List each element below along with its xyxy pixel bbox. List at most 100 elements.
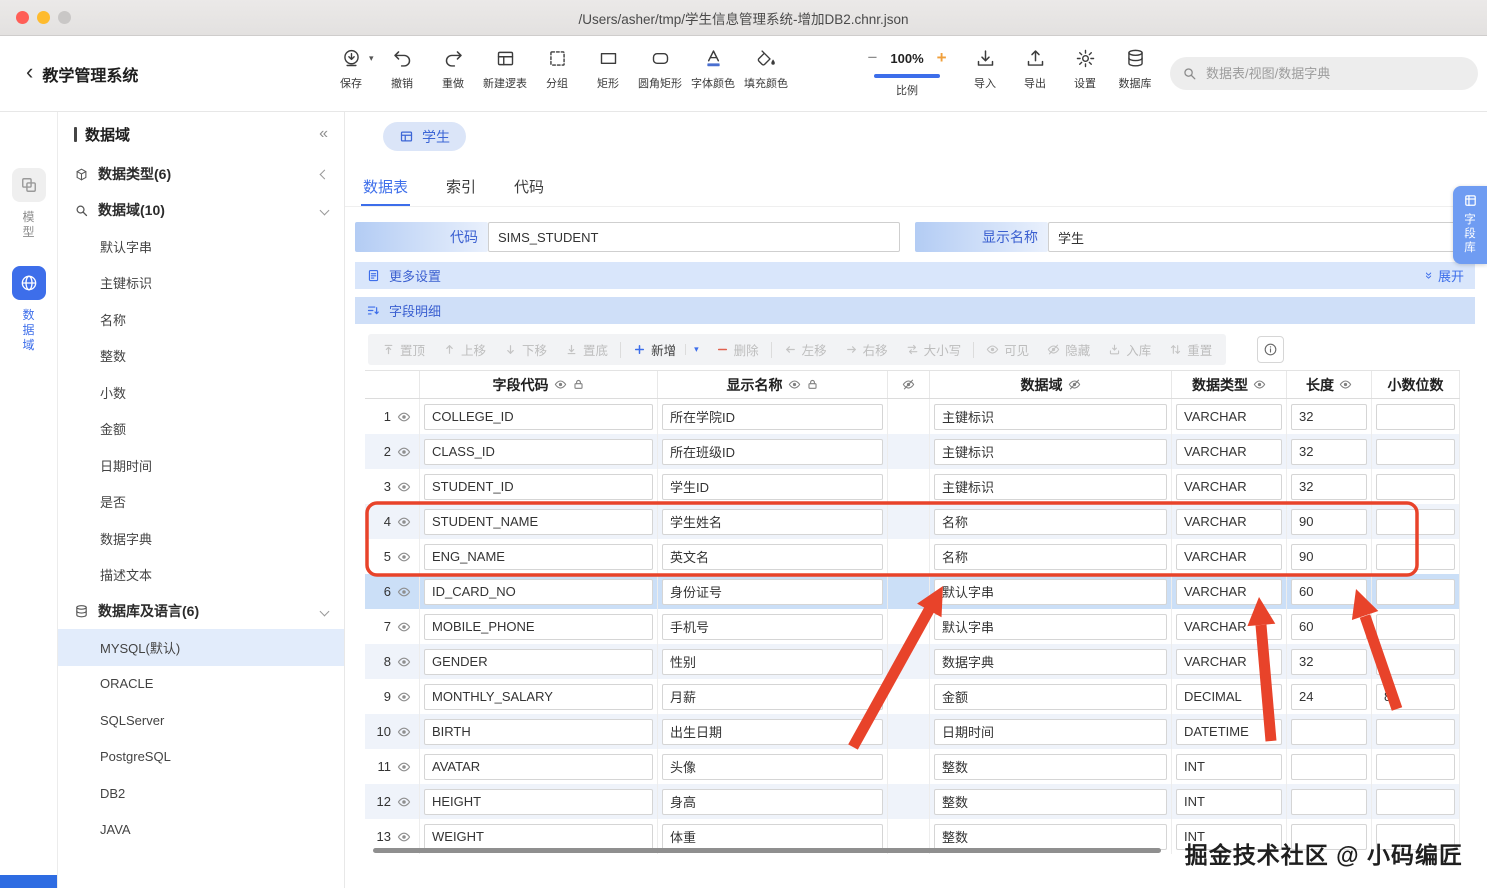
sidebar-item-主键标识[interactable]: 主键标识: [58, 265, 344, 302]
sidebar-group-data-types[interactable]: 数据类型(6): [58, 156, 344, 192]
info-button[interactable]: [1257, 336, 1284, 363]
eye-icon[interactable]: [1339, 378, 1352, 391]
data-type-cell[interactable]: INT: [1176, 788, 1282, 815]
display-name-cell[interactable]: 所在班级ID: [662, 438, 883, 465]
row-visible-eye-icon[interactable]: [397, 410, 411, 424]
sidebar-item-JAVA[interactable]: JAVA: [58, 812, 344, 849]
decimal-cell[interactable]: [1376, 438, 1455, 465]
toolbar-button-settings[interactable]: 设置: [1064, 48, 1106, 91]
decimal-cell[interactable]: 8: [1376, 683, 1455, 710]
row-visible-eye-icon[interactable]: [397, 760, 411, 774]
grid-button-reset[interactable]: 重置: [1160, 340, 1221, 359]
entity-tab-student[interactable]: 学生: [383, 122, 466, 151]
decimal-cell[interactable]: [1376, 473, 1455, 500]
decimal-cell[interactable]: [1376, 718, 1455, 745]
row-visible-eye-icon[interactable]: [397, 830, 411, 844]
toolbar-button-database[interactable]: 数据库: [1114, 48, 1156, 91]
grid-button-case[interactable]: 大小写: [897, 340, 971, 359]
toolbar-button-newtable[interactable]: 新建逻表: [483, 48, 527, 91]
data-domain-cell[interactable]: 整数: [934, 753, 1167, 780]
display-name-cell[interactable]: 月薪: [662, 683, 883, 710]
field-code-cell[interactable]: STUDENT_NAME: [424, 508, 653, 535]
length-cell[interactable]: 32: [1291, 403, 1367, 430]
grid-button-minus[interactable]: 删除: [707, 340, 768, 359]
decimal-cell[interactable]: [1376, 543, 1455, 570]
data-domain-cell[interactable]: 名称: [934, 543, 1167, 570]
display-name-cell[interactable]: 头像: [662, 753, 883, 780]
more-settings-band[interactable]: 更多设置 » 展开: [355, 262, 1475, 289]
field-code-cell[interactable]: ENG_NAME: [424, 543, 653, 570]
data-type-cell[interactable]: VARCHAR: [1176, 578, 1282, 605]
grid-button-right[interactable]: 右移: [836, 340, 897, 359]
grid-button-plus[interactable]: 新增: [624, 340, 685, 359]
toolbar-button-redo[interactable]: 重做: [432, 48, 474, 91]
zoom-slider[interactable]: [874, 74, 940, 78]
eye-icon[interactable]: [788, 378, 801, 391]
length-cell[interactable]: 32: [1291, 648, 1367, 675]
field-code-cell[interactable]: HEIGHT: [424, 788, 653, 815]
grid-button-eyeoff[interactable]: 隐藏: [1038, 340, 1099, 359]
field-code-cell[interactable]: STUDENT_ID: [424, 473, 653, 500]
add-dropdown-caret[interactable]: ▾: [685, 344, 707, 355]
display-name-cell[interactable]: 身高: [662, 788, 883, 815]
field-code-cell[interactable]: BIRTH: [424, 718, 653, 745]
table-row-BIRTH[interactable]: 10 BIRTH 出生日期 日期时间 DATETIME: [365, 714, 1460, 749]
field-code-cell[interactable]: ID_CARD_NO: [424, 578, 653, 605]
decimal-cell[interactable]: [1376, 508, 1455, 535]
table-row-CLASS_ID[interactable]: 2 CLASS_ID 所在班级ID 主键标识 VARCHAR 32: [365, 434, 1460, 469]
lock-icon[interactable]: [806, 378, 819, 391]
field-code-cell[interactable]: MOBILE_PHONE: [424, 613, 653, 640]
toolbar-button-undo[interactable]: 撤销: [381, 48, 423, 91]
display-name-cell[interactable]: 英文名: [662, 543, 883, 570]
sidebar-item-金额[interactable]: 金额: [58, 411, 344, 448]
eye-icon[interactable]: [1253, 378, 1266, 391]
toolbar-button-rrect[interactable]: 圆角矩形: [638, 48, 682, 91]
data-domain-cell[interactable]: 主键标识: [934, 403, 1167, 430]
sidebar-item-名称[interactable]: 名称: [58, 301, 344, 338]
table-row-COLLEGE_ID[interactable]: 1 COLLEGE_ID 所在学院ID 主键标识 VARCHAR 32: [365, 399, 1460, 434]
row-visible-eye-icon[interactable]: [397, 655, 411, 669]
grid-button-eye[interactable]: 可见: [977, 340, 1038, 359]
table-row-MOBILE_PHONE[interactable]: 7 MOBILE_PHONE 手机号 默认字串 VARCHAR 60: [365, 609, 1460, 644]
display-name-cell[interactable]: 所在学院ID: [662, 403, 883, 430]
grid-button-left[interactable]: 左移: [775, 340, 836, 359]
zoom-in-button[interactable]: +: [937, 48, 947, 68]
lock-icon[interactable]: [572, 378, 585, 391]
data-type-cell[interactable]: VARCHAR: [1176, 438, 1282, 465]
grid-button-bottom[interactable]: 置底: [556, 340, 617, 359]
toolbar-button-group[interactable]: 分组: [536, 48, 578, 91]
display-name-input[interactable]: [1048, 222, 1460, 252]
sidebar-item-PostgreSQL[interactable]: PostgreSQL: [58, 739, 344, 776]
code-input[interactable]: [488, 222, 900, 252]
display-name-cell[interactable]: 性别: [662, 648, 883, 675]
sidebar-item-SQLServer[interactable]: SQLServer: [58, 702, 344, 739]
data-type-cell[interactable]: VARCHAR: [1176, 543, 1282, 570]
length-cell[interactable]: 90: [1291, 508, 1367, 535]
sidebar-item-DB2[interactable]: DB2: [58, 775, 344, 812]
length-cell[interactable]: [1291, 753, 1367, 780]
row-visible-eye-icon[interactable]: [397, 515, 411, 529]
display-name-cell[interactable]: 学生姓名: [662, 508, 883, 535]
field-code-cell[interactable]: CLASS_ID: [424, 438, 653, 465]
length-cell[interactable]: 60: [1291, 613, 1367, 640]
row-visible-eye-icon[interactable]: [397, 795, 411, 809]
sidebar-group-databases[interactable]: 数据库及语言(6): [58, 593, 344, 629]
eye-icon[interactable]: [554, 378, 567, 391]
decimal-cell[interactable]: [1376, 753, 1455, 780]
data-type-cell[interactable]: DECIMAL: [1176, 683, 1282, 710]
horizontal-scrollbar[interactable]: [373, 848, 1161, 853]
data-domain-cell[interactable]: 主键标识: [934, 473, 1167, 500]
decimal-cell[interactable]: [1376, 403, 1455, 430]
data-type-cell[interactable]: VARCHAR: [1176, 473, 1282, 500]
table-row-AVATAR[interactable]: 11 AVATAR 头像 整数 INT: [365, 749, 1460, 784]
grid-button-up[interactable]: 上移: [434, 340, 495, 359]
data-domain-cell[interactable]: 整数: [934, 788, 1167, 815]
data-type-cell[interactable]: VARCHAR: [1176, 508, 1282, 535]
row-visible-eye-icon[interactable]: [397, 445, 411, 459]
grid-button-indb[interactable]: 入库: [1099, 340, 1160, 359]
tab-datatable[interactable]: 数据表: [361, 168, 411, 206]
length-cell[interactable]: 24: [1291, 683, 1367, 710]
table-row-HEIGHT[interactable]: 12 HEIGHT 身高 整数 INT: [365, 784, 1460, 819]
data-type-cell[interactable]: DATETIME: [1176, 718, 1282, 745]
data-domain-cell[interactable]: 金额: [934, 683, 1167, 710]
